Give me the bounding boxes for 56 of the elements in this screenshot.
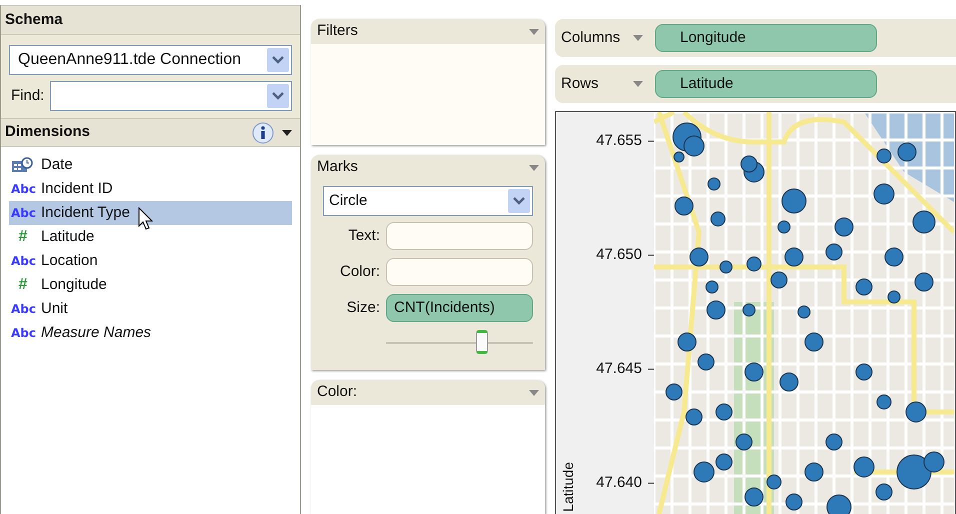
find-field[interactable] (50, 81, 292, 111)
string-type-icon: Abc (11, 204, 35, 222)
axis-tick-label: 47.655 (596, 130, 642, 151)
panel-title: Color: (317, 382, 358, 402)
string-type-icon: Abc (11, 180, 35, 198)
axis-tick-label: 47.650 (596, 244, 642, 265)
panel-title: Filters (317, 21, 359, 42)
number-type-icon: # (11, 273, 35, 297)
field-pill[interactable]: Latitude (655, 70, 877, 98)
size-slider[interactable] (386, 330, 533, 356)
slider-thumb[interactable] (476, 330, 488, 354)
mouse-cursor-icon (138, 207, 154, 231)
drop-target[interactable] (386, 222, 533, 250)
axis-title: Latitude (559, 462, 577, 512)
dimension-label: Location (41, 250, 98, 271)
field-pill[interactable]: Longitude (655, 24, 877, 52)
axis-tick-label: 47.640 (596, 472, 642, 493)
dimension-item[interactable]: Abc Location (9, 249, 292, 273)
field-pill[interactable]: CNT(Incidents) (386, 294, 533, 322)
dimension-label: Incident ID (41, 178, 113, 199)
dimension-item[interactable]: Abc Measure Names (9, 321, 292, 345)
dimension-label: Measure Names (41, 322, 152, 343)
dimension-label: Date (41, 154, 73, 175)
dropdown-value: QueenAnne911.tde Connection (18, 50, 242, 70)
dimension-label: Incident Type (41, 202, 130, 223)
connection-dropdown[interactable]: QueenAnne911.tde Connection (9, 45, 292, 75)
find-label: Find: (10, 86, 44, 106)
info-icon[interactable] (252, 122, 274, 144)
string-type-icon: Abc (11, 300, 35, 318)
panel-title: Schema (5, 10, 63, 30)
calendar-icon (11, 157, 33, 173)
field-label: Size: (346, 298, 380, 318)
dimension-item[interactable]: Abc Unit (9, 297, 292, 321)
dimension-item[interactable]: # Latitude (9, 225, 292, 249)
drop-target[interactable] (386, 258, 533, 286)
shelf-label: Columns (561, 28, 622, 48)
mark-type-dropdown[interactable]: Circle (323, 186, 533, 216)
dimension-label: Longitude (41, 274, 107, 295)
dimension-label: Unit (41, 298, 68, 319)
field-label: Text: (347, 226, 380, 246)
chevron-icon (267, 84, 289, 108)
string-type-icon: Abc (11, 324, 35, 342)
number-type-icon: # (11, 225, 35, 249)
panel-title: Dimensions (5, 122, 92, 142)
string-type-icon: Abc (11, 252, 35, 270)
field-label: Color: (338, 262, 380, 282)
dimension-item[interactable]: Date (9, 153, 292, 177)
dimension-item[interactable]: # Longitude (9, 273, 292, 297)
shelf-label: Rows (561, 74, 600, 94)
dimension-item[interactable]: Abc Incident ID (9, 177, 292, 201)
axis-tick-label: 47.645 (596, 358, 642, 379)
panel-title: Marks (317, 157, 359, 178)
dimension-label: Latitude (41, 226, 94, 247)
chevron-icon (267, 48, 289, 72)
dropdown-arrow-icon[interactable] (282, 130, 292, 136)
chevron-icon (508, 189, 530, 213)
